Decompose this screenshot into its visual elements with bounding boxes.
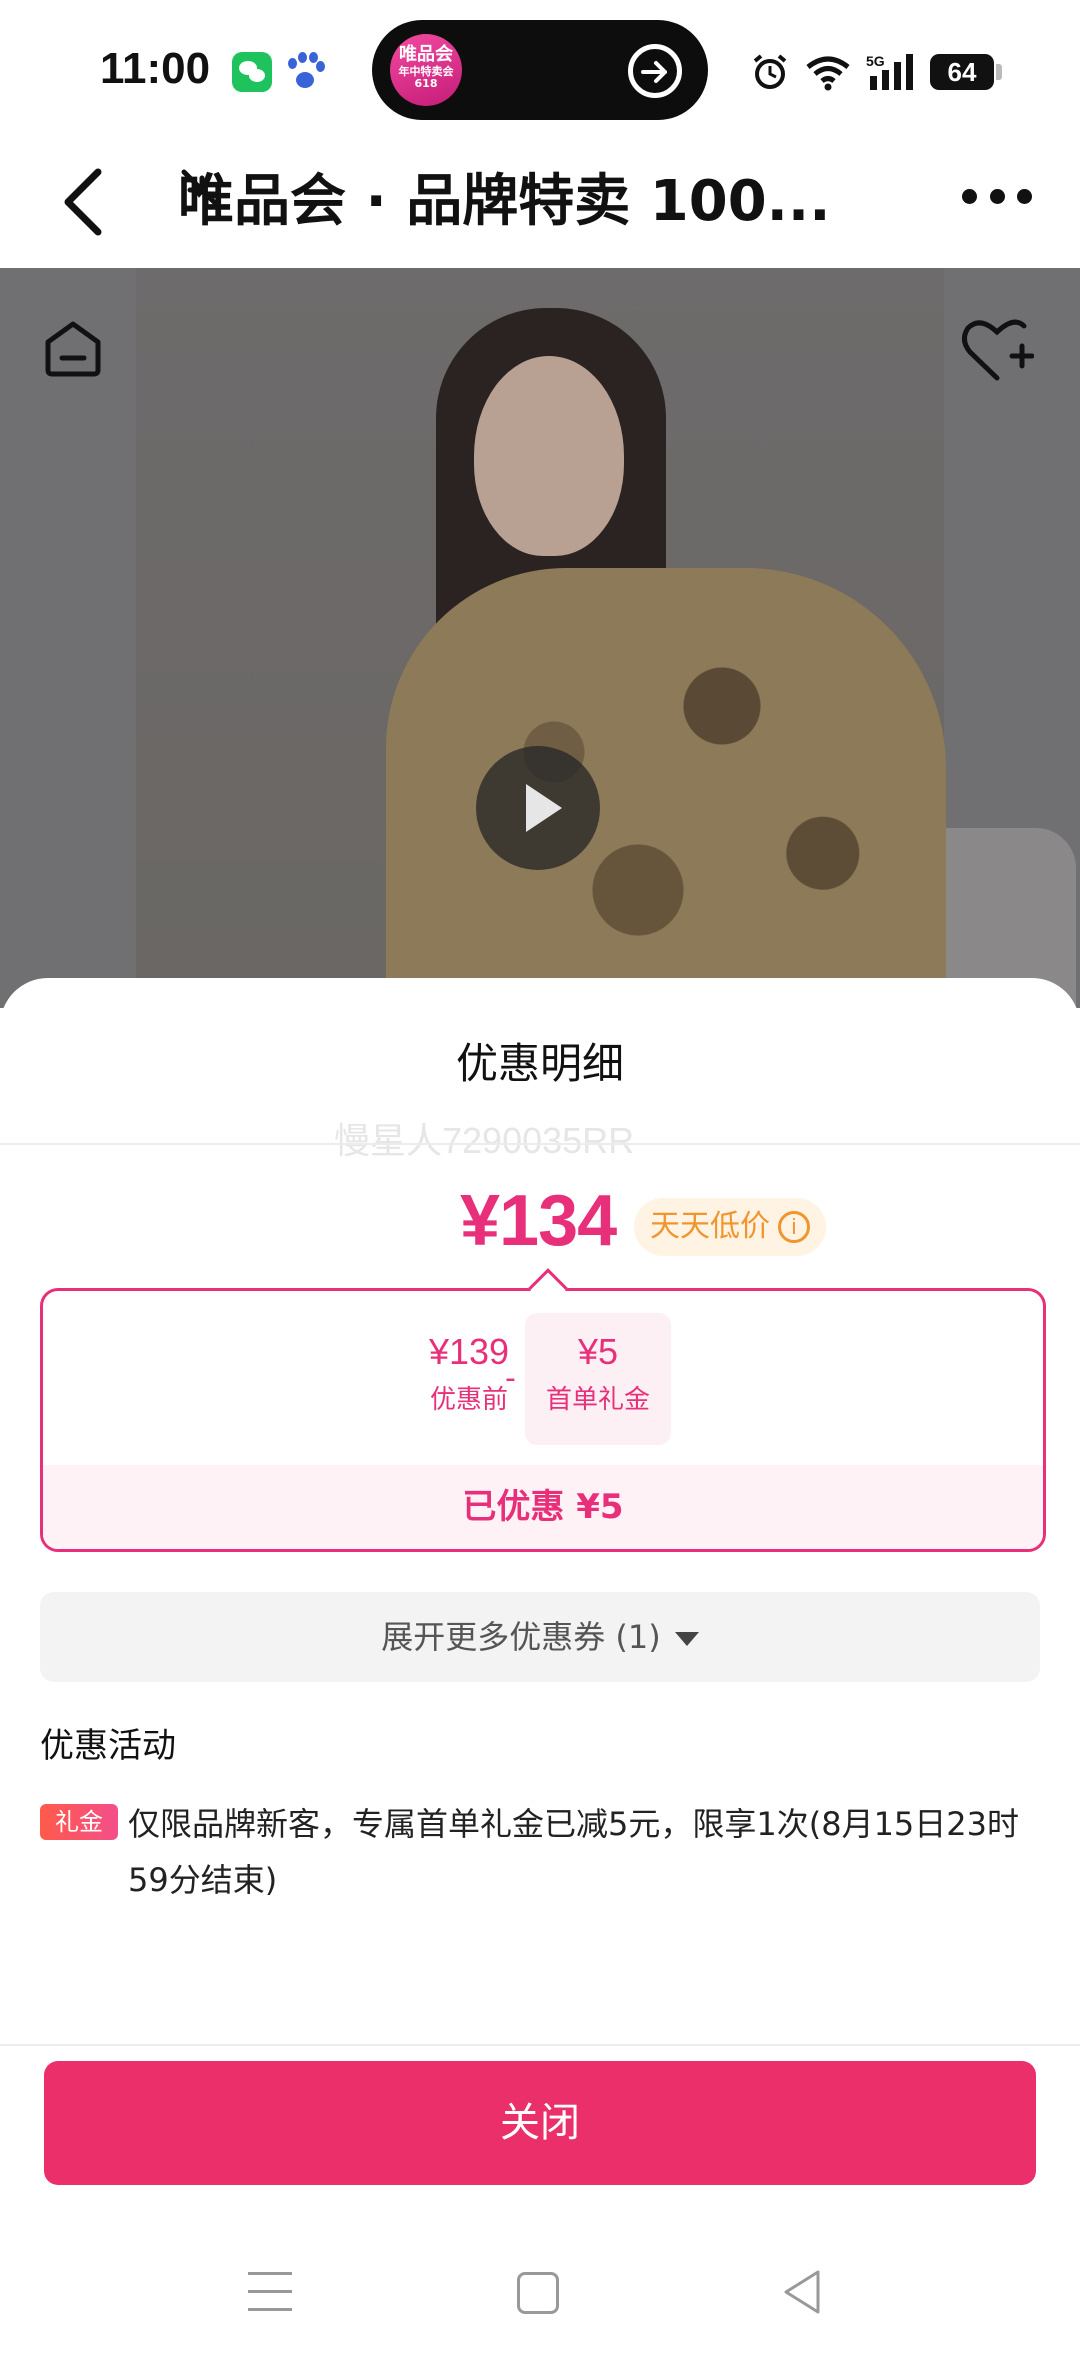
daily-low-price-tag[interactable]: 天天低价 i bbox=[634, 1198, 826, 1256]
home-icon[interactable] bbox=[42, 318, 104, 378]
info-icon[interactable]: i bbox=[778, 1211, 810, 1243]
wechat-icon bbox=[232, 52, 272, 92]
enter-arrow-icon[interactable] bbox=[628, 44, 682, 98]
divider bbox=[0, 2044, 1080, 2046]
product-photo bbox=[136, 268, 1076, 1008]
svg-text:5G: 5G bbox=[866, 53, 885, 69]
recent-apps-icon[interactable] bbox=[248, 2272, 292, 2312]
minus-sign: - bbox=[505, 1361, 516, 1396]
heart-plus-icon[interactable] bbox=[960, 316, 1034, 386]
back-triangle-icon[interactable] bbox=[780, 2268, 824, 2316]
status-time: 11:00 bbox=[100, 44, 211, 93]
divider bbox=[0, 1143, 1080, 1145]
watermark-text: 慢星人7290035RR bbox=[334, 1120, 635, 1161]
nav-bar: 唯品会 · 品牌特卖 100... bbox=[0, 140, 1080, 268]
back-arrow-icon[interactable] bbox=[56, 162, 116, 242]
minimize-icon[interactable] bbox=[178, 166, 224, 212]
final-price: ¥134 bbox=[460, 1181, 617, 1261]
close-button[interactable]: 关闭 bbox=[44, 2061, 1036, 2185]
coupon-block: ¥5 首单礼金 bbox=[525, 1313, 671, 1445]
app-page: 11:00 唯品会 年中特卖会 618 5G 64 唯品会 · 品牌特卖 100… bbox=[0, 0, 1080, 2373]
signal-icon: 5G bbox=[866, 53, 913, 90]
price-tag-label: 天天低价 bbox=[650, 1209, 770, 1244]
sheet-title: 优惠明细 bbox=[455, 1039, 624, 1088]
status-bar: 11:00 唯品会 年中特卖会 618 5G 64 bbox=[0, 0, 1080, 140]
more-icon[interactable] bbox=[962, 184, 1032, 208]
discount-detail-sheet: 优惠明细 慢星人7290035RR ¥134 天天低价 i ¥139 优惠前 -… bbox=[0, 978, 1080, 2373]
wifi-icon bbox=[806, 56, 850, 91]
coupon-value: ¥5 bbox=[577, 1331, 619, 1372]
activity-heading: 优惠活动 bbox=[40, 1726, 176, 1766]
baidu-icon bbox=[286, 52, 325, 92]
alarm-icon bbox=[753, 54, 787, 89]
expand-coupons-label: 展开更多优惠券 (1) bbox=[381, 1618, 661, 1656]
play-icon[interactable] bbox=[476, 746, 600, 870]
battery-indicator: 64 bbox=[930, 54, 1002, 90]
home-square-icon[interactable] bbox=[517, 2272, 559, 2314]
price-before-label: 优惠前 bbox=[429, 1385, 508, 1415]
price-breakdown: ¥139 优惠前 - ¥5 首单礼金 已优惠 ¥5 bbox=[40, 1288, 1046, 1552]
page-title: 唯品会 · 品牌特卖 100... bbox=[178, 169, 831, 234]
activity-description: 仅限品牌新客，专属首单礼金已减5元，限享1次(8月15日23时59分结束) bbox=[128, 1805, 1020, 1899]
gift-badge: 礼金 bbox=[40, 1804, 118, 1840]
price-before-value: ¥139 bbox=[428, 1331, 510, 1372]
status-indicators: 5G 64 bbox=[750, 50, 1002, 94]
dynamic-island[interactable]: 唯品会 年中特卖会 618 bbox=[372, 20, 708, 120]
expand-coupons-button[interactable]: 展开更多优惠券 (1) bbox=[40, 1592, 1040, 1682]
chevron-down-icon bbox=[674, 1632, 699, 1646]
vip-logo-icon: 唯品会 年中特卖会 618 bbox=[390, 34, 462, 106]
coupon-label: 首单礼金 bbox=[545, 1385, 650, 1415]
system-nav-bar bbox=[0, 2236, 1080, 2356]
product-media[interactable] bbox=[0, 268, 1080, 1008]
price-before-block: ¥139 优惠前 bbox=[399, 1331, 539, 1416]
saved-amount: 已优惠 ¥5 bbox=[43, 1465, 1043, 1549]
